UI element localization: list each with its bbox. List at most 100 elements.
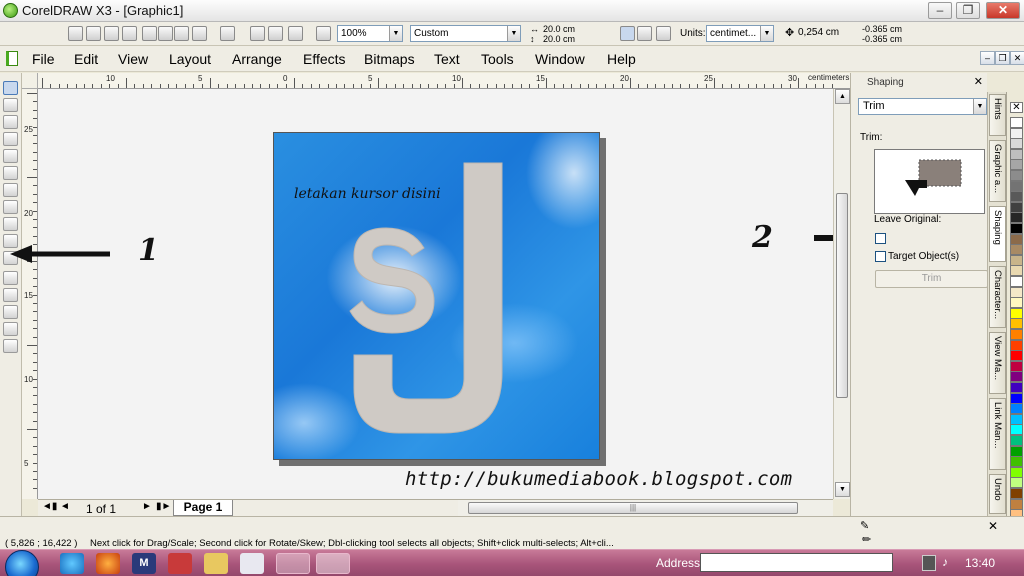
powerpoint-icon[interactable]: [168, 553, 192, 574]
crop-tool-icon[interactable]: [3, 115, 18, 129]
tab-hints[interactable]: Hints: [989, 94, 1006, 136]
tab-character[interactable]: Character...: [989, 266, 1006, 328]
color-swatch[interactable]: [1010, 466, 1023, 478]
scroll-down-icon[interactable]: ▼: [835, 482, 850, 497]
last-page-icon[interactable]: ▮►: [156, 501, 171, 512]
nudge-offset-field[interactable]: 0,254 cm: [798, 28, 839, 38]
color-swatch[interactable]: [1010, 297, 1023, 309]
color-swatch[interactable]: [1010, 413, 1023, 425]
color-swatch[interactable]: [1010, 456, 1023, 468]
duplicate-y-field[interactable]: -0.365 cm: [862, 34, 902, 44]
polygon-tool-icon[interactable]: [3, 217, 18, 231]
zoom-tool-icon[interactable]: [3, 132, 18, 146]
menu-view[interactable]: View: [118, 51, 148, 67]
no-color-swatch[interactable]: ✕: [1010, 102, 1023, 113]
shaping-mode-select[interactable]: Trim ▼: [858, 98, 987, 115]
cut-icon[interactable]: [142, 26, 157, 41]
drawing-canvas[interactable]: letakan kursor disini: [38, 89, 833, 499]
eyedropper-tool-icon[interactable]: [3, 288, 18, 302]
color-swatch[interactable]: [1010, 212, 1023, 224]
ellipse-tool-icon[interactable]: [3, 200, 18, 214]
paper-type-select[interactable]: Custom ▼: [410, 25, 521, 42]
doc-close-button[interactable]: ✕: [1010, 51, 1024, 65]
vertical-scrollbar[interactable]: ▲ ▼: [833, 89, 850, 499]
color-swatch[interactable]: [1010, 488, 1023, 499]
vertical-scroll-thumb[interactable]: [836, 193, 848, 398]
menu-window[interactable]: Window: [535, 51, 585, 67]
first-page-icon[interactable]: ◄▮: [42, 501, 57, 512]
duplicate-x-field[interactable]: -0.365 cm: [862, 24, 902, 34]
open-icon[interactable]: [86, 26, 101, 41]
page-height-field[interactable]: 20.0 cm: [543, 34, 575, 44]
color-swatch[interactable]: [1010, 191, 1023, 203]
color-swatch[interactable]: [1010, 170, 1023, 181]
outline-tool-icon[interactable]: [3, 305, 18, 319]
paint-icon[interactable]: [204, 553, 228, 574]
internet-explorer-icon[interactable]: [60, 553, 84, 574]
color-swatch[interactable]: [1010, 127, 1023, 139]
color-swatch[interactable]: [1010, 403, 1023, 415]
maxthon-icon[interactable]: M: [132, 553, 156, 574]
color-swatch[interactable]: [1010, 233, 1023, 245]
doc-minimize-button[interactable]: –: [980, 51, 995, 65]
document-app-icon[interactable]: [240, 553, 264, 574]
color-swatch[interactable]: [1010, 286, 1023, 298]
close-icon[interactable]: ✕: [974, 75, 983, 88]
color-swatch[interactable]: [1010, 498, 1023, 510]
menu-tools[interactable]: Tools: [481, 51, 514, 67]
redo-icon[interactable]: [220, 26, 235, 41]
color-swatch[interactable]: [1010, 138, 1023, 150]
maximize-button[interactable]: ❐: [956, 2, 980, 19]
page-tab[interactable]: Page 1: [173, 500, 233, 516]
ruler-origin[interactable]: [22, 73, 38, 89]
smart-fill-tool-icon[interactable]: [3, 166, 18, 180]
color-swatch[interactable]: [1010, 276, 1023, 287]
import-icon[interactable]: [250, 26, 265, 41]
tab-graphic-and-text[interactable]: Graphic a...: [989, 140, 1006, 202]
minimize-button[interactable]: –: [928, 2, 952, 19]
tab-link-manager[interactable]: Link Man...: [989, 398, 1006, 470]
color-swatch[interactable]: [1010, 307, 1023, 319]
menu-layout[interactable]: Layout: [169, 51, 211, 67]
color-swatch[interactable]: [1010, 148, 1023, 160]
color-swatch[interactable]: [1010, 339, 1023, 351]
tab-shaping[interactable]: Shaping: [989, 206, 1006, 262]
shape-tool-icon[interactable]: [3, 98, 18, 112]
horizontal-ruler[interactable]: 10 5 0 5 10 15 20 25 30 centimeters: [38, 73, 850, 89]
tab-undo[interactable]: Undo: [989, 474, 1006, 514]
horizontal-scrollbar[interactable]: |||: [458, 499, 833, 516]
portrait-icon[interactable]: [620, 26, 635, 41]
color-swatch[interactable]: [1010, 180, 1023, 192]
units-select[interactable]: centimet... ▼: [706, 25, 774, 42]
color-swatch[interactable]: [1010, 201, 1023, 213]
coreldraw-task-icon[interactable]: [316, 553, 350, 574]
source-objects-checkbox[interactable]: [875, 233, 886, 244]
address-input[interactable]: [700, 553, 893, 572]
color-swatch[interactable]: [1010, 244, 1023, 256]
close-button[interactable]: ✕: [986, 2, 1020, 19]
color-swatch[interactable]: [1010, 350, 1023, 362]
volume-icon[interactable]: ♪: [942, 555, 948, 569]
color-swatch[interactable]: [1010, 445, 1023, 457]
landscape-icon[interactable]: [637, 26, 652, 41]
previous-page-icon[interactable]: ◄: [60, 501, 70, 512]
paste-icon[interactable]: [174, 26, 189, 41]
all-pages-icon[interactable]: [656, 26, 671, 41]
export-icon[interactable]: [268, 26, 283, 41]
horizontal-scroll-thumb[interactable]: |||: [468, 502, 798, 514]
menu-edit[interactable]: Edit: [74, 51, 98, 67]
menu-text[interactable]: Text: [434, 51, 460, 67]
firefox-icon[interactable]: [96, 553, 120, 574]
doc-restore-button[interactable]: ❐: [995, 51, 1010, 65]
color-swatch[interactable]: [1010, 318, 1023, 330]
save-icon[interactable]: [104, 26, 119, 41]
interactive-blend-tool-icon[interactable]: [3, 271, 18, 285]
scroll-up-icon[interactable]: ▲: [835, 89, 850, 104]
color-swatch[interactable]: [1010, 265, 1023, 277]
menu-bitmaps[interactable]: Bitmaps: [364, 51, 415, 67]
zoom-level-select[interactable]: 100% ▼: [337, 25, 403, 42]
color-swatch[interactable]: [1010, 223, 1023, 234]
color-swatch[interactable]: [1010, 371, 1023, 383]
target-objects-checkbox[interactable]: [875, 251, 886, 262]
color-swatch[interactable]: [1010, 424, 1023, 436]
